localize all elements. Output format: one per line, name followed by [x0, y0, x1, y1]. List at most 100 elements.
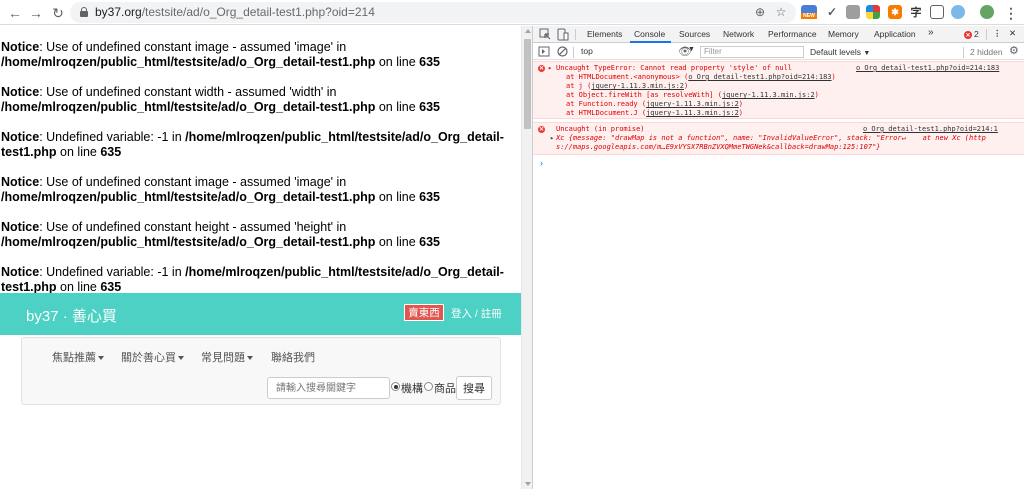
- more-tabs-icon[interactable]: »: [928, 27, 934, 38]
- search-input[interactable]: [267, 377, 390, 399]
- notice-online: on line: [56, 145, 101, 159]
- sidebar-toggle-icon[interactable]: [538, 45, 551, 58]
- stack-frame: at HTMLDocument.<anonymous> (o_Org_detai…: [566, 73, 836, 81]
- web-page-viewport: Notice : Use of undefined constant image …: [0, 26, 521, 489]
- notice-path: /home/mlroqzen/public_html/testsite/ad/o…: [1, 55, 376, 69]
- profile-avatar-icon[interactable]: [980, 5, 994, 19]
- error-icon: ✕: [538, 126, 545, 133]
- close-devtools-icon[interactable]: ✕: [1009, 28, 1016, 39]
- tab-performance[interactable]: Performance: [768, 29, 817, 39]
- stack-frame-link[interactable]: jquery-1.11.3.min.js:2: [591, 82, 684, 90]
- stack-frame-prefix: at HTMLDocument.<anonymous> (: [566, 73, 689, 81]
- promise-error-message: Uncaught (in promise): [556, 125, 645, 133]
- error-expand-arrow-icon[interactable]: ▸: [548, 64, 552, 72]
- pocket-extension-icon[interactable]: [930, 5, 944, 19]
- menu-contact[interactable]: 聯絡我們: [271, 349, 315, 365]
- dropdown-arrow-icon: ▼: [863, 50, 871, 57]
- inspect-element-icon[interactable]: [539, 28, 552, 41]
- expand-arrow-icon[interactable]: ▸: [550, 134, 554, 142]
- stack-frame-suffix: ): [831, 73, 836, 81]
- tab-network[interactable]: Network: [723, 29, 754, 39]
- extension-new-icon[interactable]: NEW: [801, 5, 817, 19]
- location-target-icon[interactable]: ⊕: [752, 4, 768, 20]
- error-count-icon[interactable]: ✕: [964, 31, 972, 39]
- address-bar[interactable]: by37.org/testsite/ad/o_Org_detail-test1.…: [70, 2, 796, 23]
- error-detail-line-1[interactable]: Xc {message: "drawMap is not a function"…: [556, 134, 986, 142]
- menu-featured[interactable]: 焦點推薦: [52, 349, 104, 365]
- hidden-messages-count: 2 hidden: [970, 47, 1003, 57]
- blue-extension-icon[interactable]: [951, 5, 965, 19]
- error-source-link[interactable]: o_Org_detail-test1.php?oid=214:183: [856, 64, 999, 72]
- scroll-up-arrow-icon[interactable]: [525, 29, 531, 33]
- tab-console[interactable]: Console: [634, 29, 665, 39]
- scroll-down-arrow-icon[interactable]: [525, 482, 531, 486]
- notice-line-number: 635: [100, 280, 122, 294]
- php-notice-list: Notice : Use of undefined constant image …: [0, 40, 520, 310]
- error-detail-line-2[interactable]: s://maps.googleapis.com/m…E9xVYSX7RBnZVX…: [556, 143, 881, 151]
- stack-frame-link[interactable]: jquery-1.11.3.min.js:2: [646, 109, 739, 117]
- notice-label: Notice: [1, 85, 40, 99]
- stack-frame-link[interactable]: jquery-1.11.3.min.js:2: [722, 91, 815, 99]
- php-notice: Notice: Use of undefined constant width …: [0, 85, 520, 115]
- log-levels-dropdown[interactable]: Default levels ▼: [810, 47, 870, 57]
- notice-line-number: 635: [419, 235, 441, 249]
- stack-frame-suffix: ): [738, 109, 744, 117]
- chrome-menu-icon[interactable]: ⋮: [1001, 3, 1021, 23]
- menu-panel: 焦點推薦 關於善心買 常見問題 聯絡我們 機構 商品 搜尋: [21, 337, 501, 405]
- clear-console-icon[interactable]: [556, 45, 569, 58]
- device-toolbar-icon[interactable]: [556, 28, 569, 41]
- bookmark-star-icon[interactable]: ☆: [773, 4, 789, 20]
- translate-extension-icon[interactable]: 字: [909, 5, 923, 19]
- stack-frame-link[interactable]: o_Org_detail-test1.php?oid=214:183: [688, 73, 831, 81]
- notice-line-number: 635: [419, 100, 441, 114]
- scroll-thumb[interactable]: [524, 39, 531, 129]
- login-register-link[interactable]: 登入 / 註冊: [451, 306, 502, 321]
- menu-featured-label: 焦點推薦: [52, 352, 96, 364]
- url-host: by37.org: [95, 5, 142, 19]
- notice-path: /home/mlroqzen/public_html/testsite/ad/o…: [1, 100, 376, 114]
- notice-online: on line: [375, 100, 420, 114]
- notice-line-number: 635: [100, 145, 122, 159]
- menu-about[interactable]: 關於善心買: [121, 349, 184, 365]
- radio-product[interactable]: [424, 382, 433, 391]
- console-settings-gear-icon[interactable]: ⚙: [1009, 44, 1019, 57]
- notice-text: : Use of undefined constant image - assu…: [39, 175, 347, 189]
- tab-sources[interactable]: Sources: [679, 29, 710, 39]
- console-error-entry: ✕ Uncaught (in promise) o_Org_detail-tes…: [533, 122, 1024, 155]
- lock-icon: [80, 7, 88, 17]
- reload-icon[interactable]: ↻: [48, 3, 68, 23]
- php-notice: Notice: Use of undefined constant height…: [0, 220, 520, 250]
- tab-memory[interactable]: Memory: [828, 29, 859, 39]
- error-count[interactable]: 2: [974, 29, 979, 39]
- live-expression-eye-icon[interactable]: 👁: [678, 45, 692, 58]
- search-button[interactable]: 搜尋: [456, 376, 492, 400]
- context-value: top: [581, 46, 593, 56]
- tab-elements[interactable]: Elements: [587, 29, 622, 39]
- page-scrollbar[interactable]: [521, 26, 532, 489]
- color-wheel-extension-icon[interactable]: [866, 5, 880, 19]
- sell-button[interactable]: 賣東西: [404, 304, 444, 321]
- orange-extension-icon[interactable]: ✱: [888, 5, 902, 19]
- forward-arrow-icon[interactable]: →: [26, 3, 46, 23]
- back-arrow-icon[interactable]: ←: [5, 3, 25, 23]
- stack-frame: at Object.fireWith [as resolveWith] (jqu…: [566, 91, 819, 99]
- tab-application[interactable]: Application: [874, 29, 916, 39]
- error-icon: ✕: [538, 65, 545, 72]
- filter-input[interactable]: Filter: [700, 46, 804, 58]
- extension-grey-icon[interactable]: [846, 5, 860, 19]
- php-notice: Notice: Undefined variable: -1 in /home/…: [0, 130, 520, 160]
- stack-frame-link[interactable]: jquery-1.11.3.min.js:2: [646, 100, 739, 108]
- stack-frame-prefix: at Object.fireWith [as resolveWith] (: [566, 91, 722, 99]
- devtools-menu-icon[interactable]: ⋮: [993, 28, 1002, 39]
- menu-about-label: 關於善心買: [121, 352, 176, 364]
- site-brand[interactable]: by37 · 善心買: [26, 305, 117, 326]
- menu-faq[interactable]: 常見問題: [201, 349, 253, 365]
- caret-down-icon: [98, 356, 104, 361]
- url-text[interactable]: by37.org/testsite/ad/o_Org_detail-test1.…: [95, 5, 375, 19]
- browser-toolbar: ← → ↻ by37.org/testsite/ad/o_Org_detail-…: [0, 0, 1024, 25]
- radio-organization[interactable]: [391, 382, 400, 391]
- checkmark-extension-icon[interactable]: ✓: [825, 5, 839, 19]
- menu-faq-label: 常見問題: [201, 352, 245, 364]
- error-source-link[interactable]: o_Org_detail-test1.php?oid=214:1: [863, 125, 998, 133]
- console-prompt-icon[interactable]: ›: [540, 158, 543, 168]
